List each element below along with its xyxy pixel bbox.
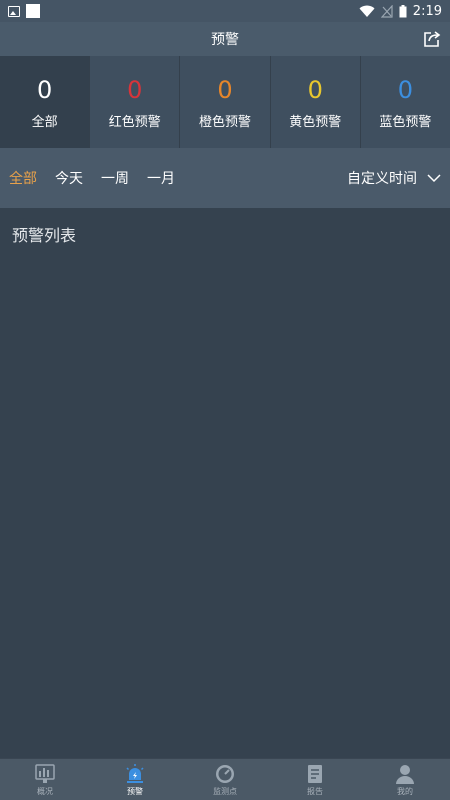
stat-count: 0 [217, 75, 233, 104]
stat-label: 黄色预警 [289, 114, 342, 130]
dashboard-icon [35, 763, 55, 783]
page-title: 预警 [211, 32, 239, 48]
stat-label: 红色预警 [108, 114, 161, 130]
nav-label: 概况 [37, 786, 53, 796]
battery-icon [399, 4, 407, 17]
nav-label: 预警 [127, 786, 143, 796]
no-signal-icon [380, 4, 393, 18]
nav-mine[interactable]: 我的 [360, 759, 450, 800]
stat-count: 0 [127, 75, 143, 104]
stat-red[interactable]: 0 红色预警 [90, 56, 181, 148]
chevron-down-icon [427, 173, 441, 182]
filter-week[interactable]: 一周 [101, 168, 129, 188]
stat-all[interactable]: 0 全部 [0, 56, 91, 148]
stat-label: 蓝色预警 [379, 114, 432, 130]
stat-yellow[interactable]: 0 黄色预警 [271, 56, 361, 148]
filter-today[interactable]: 今天 [55, 168, 83, 188]
stat-label: 橙色预警 [199, 114, 252, 130]
warning-stats: 0 全部 0 红色预警 0 橙色预警 0 黄色预警 0 蓝色预警 [0, 56, 450, 148]
title-bar: 预警 [0, 22, 450, 56]
report-icon [308, 764, 322, 783]
nav-warning[interactable]: 预警 [90, 759, 180, 800]
status-right: 2:19 [359, 4, 442, 19]
wifi-icon [359, 5, 375, 17]
status-bar: 2:19 [0, 0, 450, 22]
filter-month[interactable]: 一月 [147, 168, 175, 188]
nav-label: 监测点 [213, 786, 237, 796]
filter-all[interactable]: 全部 [9, 168, 37, 188]
alarm-icon [126, 763, 144, 783]
warning-list-title: 预警列表 [12, 226, 77, 245]
stat-count: 0 [36, 75, 53, 104]
bottom-nav: 概况 预警 监测点 报告 我的 [0, 758, 450, 800]
nav-monitoring[interactable]: 监测点 [180, 759, 270, 800]
user-icon [396, 764, 414, 784]
status-time: 2:19 [412, 3, 442, 19]
image-notification-icon [8, 5, 20, 17]
share-icon[interactable] [422, 29, 442, 49]
nav-report[interactable]: 报告 [270, 759, 360, 800]
time-filter-bar: 全部 今天 一周 一月 自定义时间 [0, 148, 450, 208]
nav-overview[interactable]: 概况 [0, 759, 90, 800]
stat-label: 全部 [31, 114, 58, 130]
status-left [8, 4, 40, 18]
nav-label: 报告 [307, 786, 323, 796]
app-notification-icon [26, 4, 40, 18]
gauge-icon [216, 764, 234, 783]
stat-orange[interactable]: 0 橙色预警 [180, 56, 271, 148]
stat-count: 0 [307, 75, 323, 104]
nav-label: 我的 [397, 786, 413, 796]
stat-count: 0 [397, 75, 414, 104]
custom-time-dropdown[interactable]: 自定义时间 [347, 168, 441, 188]
stat-blue[interactable]: 0 蓝色预警 [361, 56, 450, 148]
custom-time-label: 自定义时间 [347, 171, 417, 187]
